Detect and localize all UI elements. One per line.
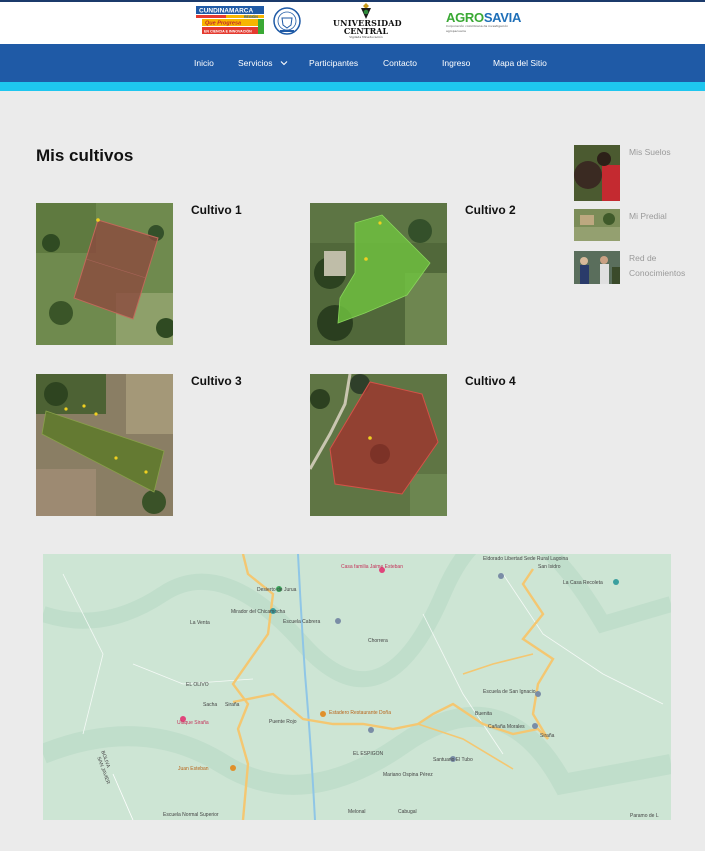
map-label: San Isidro [538, 564, 561, 570]
map-label: Melonal [348, 809, 366, 815]
cund-tag2: EN CIENCIA E INNOVACIÓN [204, 29, 252, 34]
crop-3-image[interactable] [36, 374, 173, 516]
crop-2-image[interactable] [310, 203, 447, 345]
nav-mapa-sitio[interactable]: Mapa del Sitio [493, 44, 547, 82]
nav-ingreso[interactable]: Ingreso [442, 44, 470, 82]
map-label: Puente Rojo [269, 719, 297, 725]
map-label: Santuario El Tubo [433, 757, 473, 763]
page-title: Mis cultivos [36, 146, 134, 165]
map-label: EL OLIVO [186, 682, 209, 688]
cund-name: CUNDINAMARCA [199, 8, 253, 15]
sidebar-label-mi-predial[interactable]: Mi Predial [629, 209, 667, 224]
location-map[interactable]: Casa familia Jaime Esteban Desierto de J… [43, 554, 671, 820]
map-label: Sacha [203, 702, 218, 708]
crop-2-title[interactable]: Cultivo 2 [465, 203, 516, 217]
cund-region: REGIÓN [244, 14, 258, 19]
agro-sub: Corporación colombiana de investigación … [446, 24, 509, 33]
map-label: Escuela de San Ignacio [483, 689, 536, 695]
gobernacion-seal [272, 6, 302, 36]
map-label: Buenita [475, 711, 492, 717]
map-label: Juan Esteban [178, 766, 209, 772]
mis-suelos-thumb[interactable] [574, 145, 620, 201]
map-label: Escuela Cabrera [283, 619, 321, 625]
map-label: Siraña [540, 733, 555, 739]
map-terrain[interactable] [43, 554, 671, 820]
chevron-down-icon[interactable] [280, 59, 288, 67]
crop-4-title[interactable]: Cultivo 4 [465, 374, 516, 388]
sidebar-label-mis-suelos[interactable]: Mis Suelos [629, 145, 671, 160]
map-label: Chorrera [368, 638, 388, 644]
nav-inicio[interactable]: Inicio [194, 44, 214, 82]
map-label: Cabugal [398, 809, 417, 815]
nav-participantes[interactable]: Participantes [309, 44, 358, 82]
cundinamarca-logo[interactable]: CUNDINAMARCA REGIÓN Que Progresa EN CIEN… [196, 5, 268, 38]
crop-1-image[interactable] [36, 203, 173, 345]
sidebar-label-red-line1[interactable]: Red de [629, 251, 656, 266]
main-nav: Inicio Servicios Participantes Contacto … [0, 44, 705, 82]
agrosavia-logo[interactable]: AGROSAVIA Corporación colombiana de inve… [446, 11, 528, 35]
map-label: Mariano Ospina Pérez [383, 772, 433, 778]
map-label: Escuela Normal Superior [163, 812, 219, 818]
uc-line2: CENTRAL [343, 26, 389, 36]
cund-tag1: Que Progresa [205, 21, 241, 27]
map-label: La Venta [190, 620, 210, 626]
map-label: Casa familia Jaime Esteban [341, 564, 403, 570]
red-conocimientos-thumb[interactable] [574, 251, 620, 284]
map-label: Mirador del Chicamocha [231, 609, 286, 615]
crop-3-title[interactable]: Cultivo 3 [191, 374, 242, 388]
map-label: Ulaque Siraña [177, 720, 209, 726]
uc-crest-icon [361, 3, 371, 19]
agro-part2: SAVIA [483, 10, 522, 25]
mi-predial-thumb[interactable] [574, 209, 620, 241]
crop-1-title[interactable]: Cultivo 1 [191, 203, 242, 217]
map-label: Eldorado Libertad Sede Rural Lagoina [483, 556, 569, 562]
nav-servicios[interactable]: Servicios [238, 44, 272, 82]
crop-4-image[interactable] [310, 374, 447, 516]
map-label: La Casa Recoleta [563, 580, 603, 586]
agro-part1: AGRO [446, 10, 484, 25]
universidad-central-logo[interactable]: UNIVERSIDAD CENTRAL Vigilada Mineducació… [333, 3, 402, 43]
uc-line3: Vigilada Mineducación [349, 35, 383, 39]
logo-bar: CUNDINAMARCA REGIÓN Que Progresa EN CIEN… [0, 2, 705, 44]
map-label: EL ESPIGON [353, 751, 384, 757]
nav-contacto[interactable]: Contacto [383, 44, 417, 82]
sidebar-label-red-line2[interactable]: Conocimientos [629, 266, 685, 281]
map-label: Estadero Restaurante Doña [329, 710, 391, 716]
map-label: Paramo de L [630, 813, 659, 819]
accent-stripe [0, 82, 705, 91]
map-label: Desierto de Jurua [257, 587, 297, 593]
map-label: Cañaña Morales [488, 724, 525, 730]
map-label: Siraña [225, 702, 240, 708]
